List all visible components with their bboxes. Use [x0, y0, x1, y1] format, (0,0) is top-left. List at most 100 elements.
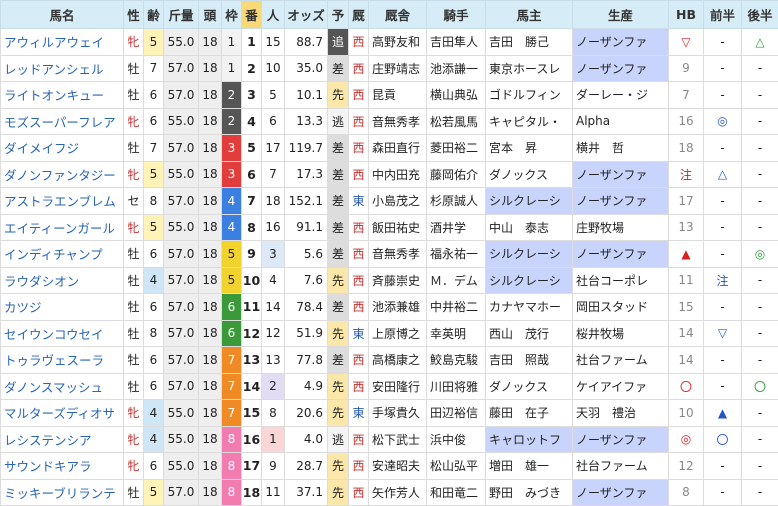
table-row[interactable]: セイウンコウセイ牡857.0186121251.9先東上原博之幸英明西山 茂行桜…	[1, 320, 778, 347]
col-owner[interactable]: 馬主	[486, 1, 573, 29]
cell-odds: 78.4	[285, 294, 328, 321]
cell-owner: ゴドルフィン	[486, 82, 573, 109]
cell-horse-name[interactable]: アストラエンブレム	[1, 188, 124, 215]
cell-breeder: 横井 哲	[573, 135, 669, 162]
col-zenhan[interactable]: 前半	[704, 1, 742, 29]
cell-zoku: 西	[349, 55, 369, 82]
cell-owner: シルクレーシ	[486, 241, 573, 268]
cell-horse-name[interactable]: ダノンスマッシュ	[1, 373, 124, 400]
table-row[interactable]: インディチャンプ牡657.0185935.6差西音無秀孝福永祐一シルクレーシノー…	[1, 241, 778, 268]
table-row[interactable]: ライトオンキュー牡657.01823510.1先西昆貢横山典弘ゴドルフィンダーレ…	[1, 82, 778, 109]
cell-owner: 吉田 照哉	[486, 347, 573, 374]
cell-zoku: 西	[349, 347, 369, 374]
cell-popularity: 11	[262, 479, 285, 506]
col-name[interactable]: 馬名	[1, 1, 124, 29]
cell-zoku: 東	[349, 400, 369, 427]
cell-zoku: 西	[349, 29, 369, 56]
cell-trainer: 庄野靖志	[369, 55, 427, 82]
cell-zenhan-mark: -	[704, 55, 742, 82]
cell-horse-name[interactable]: セイウンコウセイ	[1, 320, 124, 347]
table-row[interactable]: ダイメイフジ牡757.0183517119.7差西森田直行菱田裕二宮本 昇横井 …	[1, 135, 778, 162]
col-hb[interactable]: HB	[669, 1, 704, 29]
cell-age: 7	[144, 55, 164, 82]
cell-trainer: 上原博之	[369, 320, 427, 347]
cell-horse-name[interactable]: ミッキーブリランテ	[1, 479, 124, 506]
cell-waku: 1	[222, 29, 242, 56]
table-row[interactable]: ダノンスマッシュ牡657.01871424.9先西安田隆行川田将雅ダノックスケイ…	[1, 373, 778, 400]
col-yoso[interactable]: 予	[328, 1, 349, 29]
cell-yoso: 差	[328, 161, 349, 188]
col-waku[interactable]: 枠	[222, 1, 242, 29]
col-kohan[interactable]: 後半	[742, 1, 778, 29]
cell-jockey: 吉田隼人	[427, 29, 486, 56]
table-row[interactable]: カツジ牡657.0186111478.4差西池添兼雄中井裕二カナヤマホー岡田スタ…	[1, 294, 778, 321]
cell-trainer: 昆貢	[369, 82, 427, 109]
cell-jockey: 福永祐一	[427, 241, 486, 268]
col-heads[interactable]: 頭	[199, 1, 222, 29]
table-row[interactable]: サウンドキアラ牝655.018817928.7先西安達昭夫松山弘平増田 雄一社台…	[1, 453, 778, 480]
cell-trainer: 安達昭夫	[369, 453, 427, 480]
cell-horse-name[interactable]: モズスーパーフレア	[1, 108, 124, 135]
cell-horse-name[interactable]: ラウダシオン	[1, 267, 124, 294]
cell-trainer: 高野友和	[369, 29, 427, 56]
cell-trainer: 小島茂之	[369, 188, 427, 215]
cell-horse-name[interactable]: マルターズディオサ	[1, 400, 124, 427]
table-row[interactable]: レッドアンシェル牡757.018121035.0差西庄野靖志池添謙一東京ホースレ…	[1, 55, 778, 82]
col-umaban[interactable]: 番	[242, 1, 262, 29]
cell-horse-name[interactable]: サウンドキアラ	[1, 453, 124, 480]
cell-hb-mark: ▲	[669, 241, 704, 268]
cell-horse-name[interactable]: アウィルアウェイ	[1, 29, 124, 56]
table-row[interactable]: モズスーパーフレア牝655.01824613.3逃西音無秀孝松若風馬キャピタル・…	[1, 108, 778, 135]
col-jockey[interactable]: 騎手	[427, 1, 486, 29]
col-breeder[interactable]: 生産	[573, 1, 669, 29]
cell-popularity: 17	[262, 135, 285, 162]
col-odds[interactable]: オッズ	[285, 1, 328, 29]
cell-horse-name[interactable]: ダノンファンタジー	[1, 161, 124, 188]
table-row[interactable]: トゥラヴェスーラ牡657.0187131377.8差西高橋康之鮫島克駿吉田 照哉…	[1, 347, 778, 374]
col-pop[interactable]: 人	[262, 1, 285, 29]
cell-kohan-mark: -	[742, 479, 778, 506]
table-row[interactable]: レシステンシア牝455.01881614.0逃西松下武士浜中俊キャロットフノーザ…	[1, 426, 778, 453]
cell-age: 6	[144, 453, 164, 480]
cell-horse-name[interactable]: カツジ	[1, 294, 124, 321]
cell-odds: 13.3	[285, 108, 328, 135]
table-row[interactable]: ダノンファンタジー牝555.01836717.3差西中内田充藤岡佑介ダノックスノ…	[1, 161, 778, 188]
cell-kohan-mark: -	[742, 82, 778, 109]
cell-heads: 18	[199, 135, 222, 162]
col-age[interactable]: 齢	[144, 1, 164, 29]
cell-umaban: 16	[242, 426, 262, 453]
table-row[interactable]: ミッキーブリランテ牡557.0188181137.1先西矢作芳人和田竜二野田 み…	[1, 479, 778, 506]
col-weight[interactable]: 斤量	[164, 1, 199, 29]
cell-horse-name[interactable]: レッドアンシェル	[1, 55, 124, 82]
table-row[interactable]: マルターズディオサ牝455.018715820.6先東手塚貴久田辺裕信藤田 在子…	[1, 400, 778, 427]
cell-zenhan-mark: -	[704, 241, 742, 268]
cell-horse-name[interactable]: レシステンシア	[1, 426, 124, 453]
table-row[interactable]: アウィルアウェイ牝555.018111588.7追西高野友和吉田隼人吉田 勝己ノ…	[1, 29, 778, 56]
cell-weight: 55.0	[164, 108, 199, 135]
cell-sex: 牝	[124, 161, 144, 188]
cell-umaban: 13	[242, 347, 262, 374]
cell-umaban: 17	[242, 453, 262, 480]
cell-zoku: 東	[349, 320, 369, 347]
cell-owner: キャピタル・	[486, 108, 573, 135]
cell-horse-name[interactable]: インディチャンプ	[1, 241, 124, 268]
table-row[interactable]: アストラエンブレムセ857.0184718152.1差東小島茂之杉原誠人シルクレ…	[1, 188, 778, 215]
table-row[interactable]: エイティーンガール牝555.018481691.1差西飯田祐史酒井学中山 泰志庄…	[1, 214, 778, 241]
cell-popularity: 8	[262, 400, 285, 427]
cell-hb-mark: 17	[669, 188, 704, 215]
cell-weight: 57.0	[164, 373, 199, 400]
cell-umaban: 4	[242, 108, 262, 135]
cell-horse-name[interactable]: エイティーンガール	[1, 214, 124, 241]
cell-heads: 18	[199, 188, 222, 215]
col-sex[interactable]: 性	[124, 1, 144, 29]
col-zoku[interactable]: 厩	[349, 1, 369, 29]
col-kyusha[interactable]: 厩舎	[369, 1, 427, 29]
cell-horse-name[interactable]: トゥラヴェスーラ	[1, 347, 124, 374]
cell-horse-name[interactable]: ライトオンキュー	[1, 82, 124, 109]
table-row[interactable]: ラウダシオン牡457.01851047.6先西斉藤崇史Ｍ．デムシルクレーシ社台コ…	[1, 267, 778, 294]
cell-odds: 7.6	[285, 267, 328, 294]
cell-kohan-mark: -	[742, 453, 778, 480]
cell-waku: 4	[222, 214, 242, 241]
cell-weight: 55.0	[164, 29, 199, 56]
cell-horse-name[interactable]: ダイメイフジ	[1, 135, 124, 162]
